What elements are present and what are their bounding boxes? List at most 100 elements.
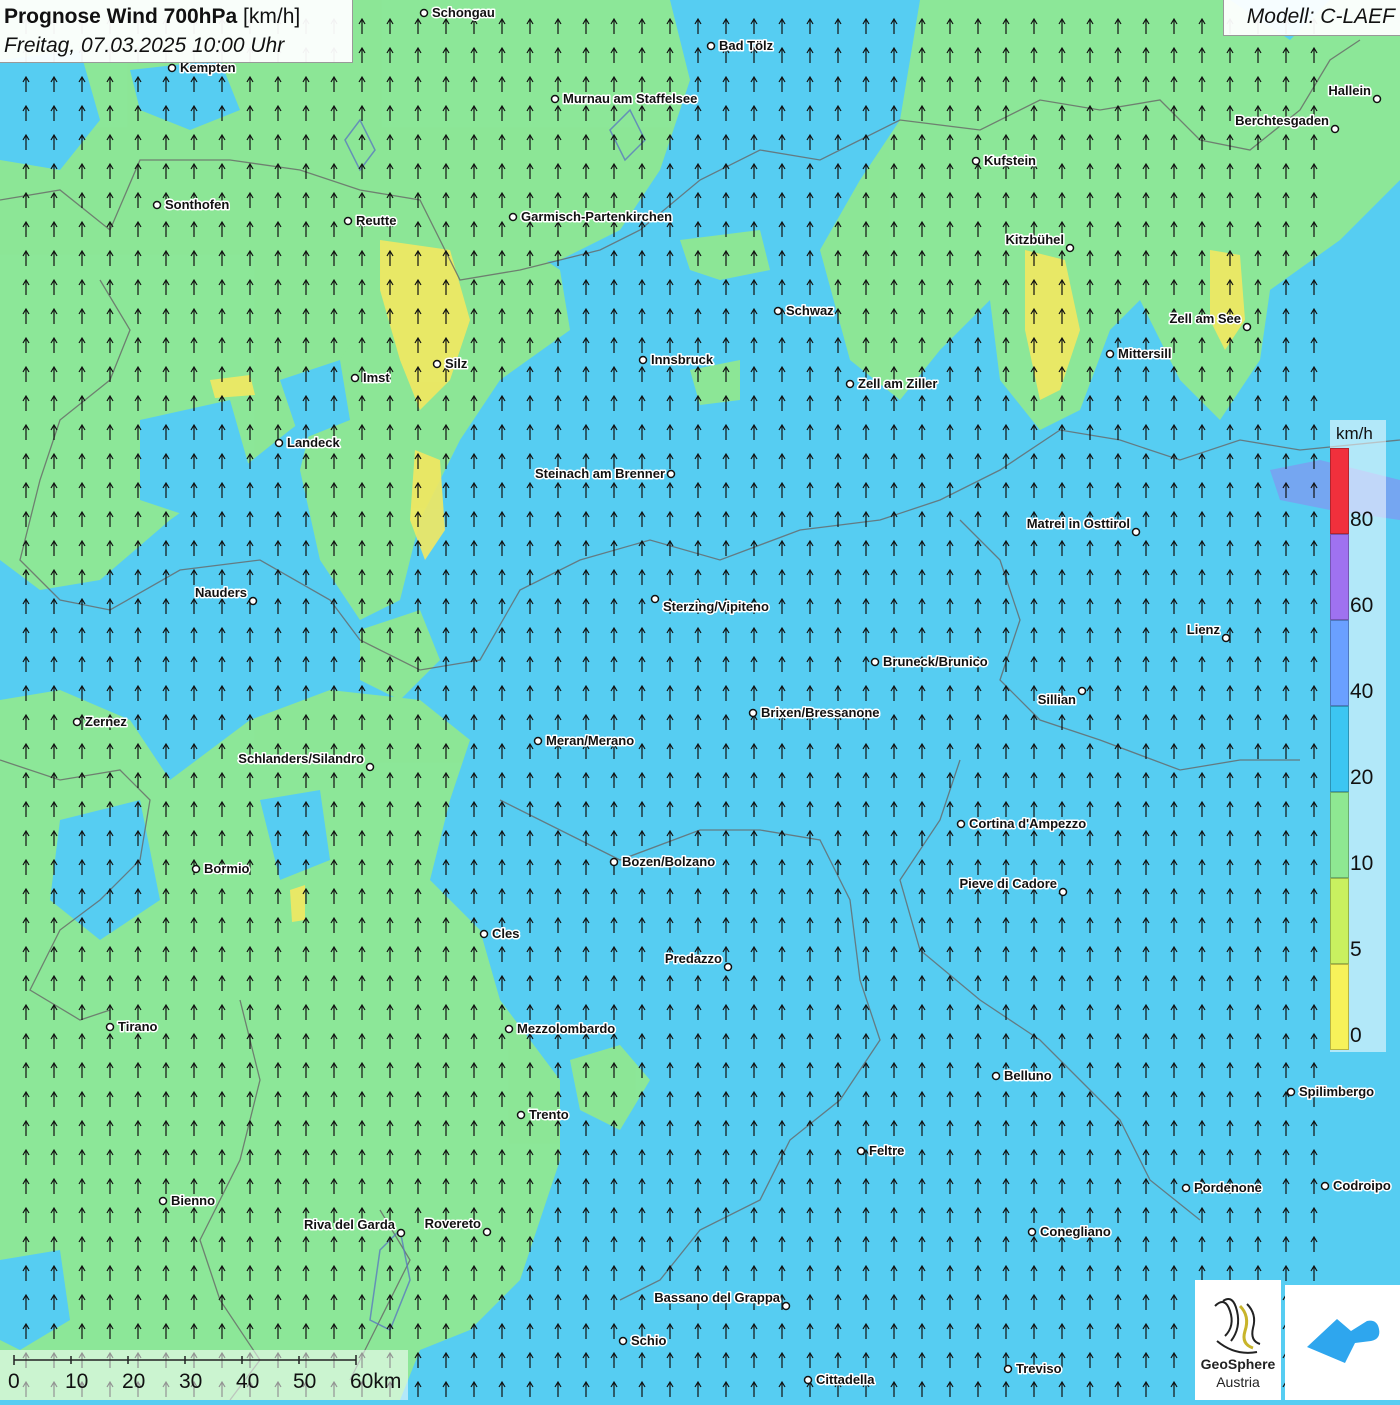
city-label: Brixen/Bressanone — [761, 705, 880, 720]
scale-label: 60km — [350, 1370, 402, 1393]
legend-color-swatch — [1330, 964, 1349, 1050]
city-label: Mezzolombardo — [517, 1021, 615, 1036]
city-dot — [956, 819, 966, 829]
city-dot — [856, 1146, 866, 1156]
city-dot — [248, 596, 258, 606]
logo-name: GeoSphere — [1200, 1356, 1276, 1372]
city-marker: Bozen/Bolzano — [609, 853, 717, 871]
geosphere-logo-icon — [1214, 1298, 1261, 1354]
city-dot — [803, 1375, 813, 1385]
city-marker: Pordenone — [1181, 1179, 1263, 1197]
city-dot — [482, 1227, 492, 1237]
city-dot — [550, 94, 560, 104]
city-marker: Bruneck/Brunico — [870, 653, 989, 671]
legend-level-label: 20 — [1350, 766, 1374, 789]
city-label: Trento — [529, 1107, 569, 1122]
scale-label: 30 — [179, 1370, 203, 1393]
city-marker: Brixen/Bressanone — [748, 704, 881, 722]
map-title-box: Prognose Wind 700hPa [km/h] Freitag, 07.… — [0, 0, 353, 63]
city-dot — [365, 762, 375, 772]
city-dot — [1065, 243, 1075, 253]
city-dot — [845, 379, 855, 389]
weather-app-link[interactable] — [1285, 1285, 1400, 1400]
city-label: Nauders — [195, 585, 247, 600]
city-label: Codroipo — [1333, 1178, 1391, 1193]
city-label: Rovereto — [425, 1216, 481, 1231]
city-label: Treviso — [1016, 1361, 1062, 1376]
city-label: Murnau am Staffelsee — [563, 91, 697, 106]
legend-level-label: 10 — [1350, 852, 1374, 875]
legend-color-swatch — [1330, 448, 1349, 534]
city-label: Schio — [631, 1333, 666, 1348]
city-dot — [1181, 1183, 1191, 1193]
city-dot — [158, 1196, 168, 1206]
city-label: Garmisch-Partenkirchen — [521, 209, 672, 224]
city-label: Pieve di Cadore — [959, 876, 1057, 891]
city-marker: Steinach am Brenner — [533, 465, 676, 483]
city-dot — [1330, 124, 1340, 134]
city-label: Belluno — [1004, 1068, 1052, 1083]
city-dot — [773, 306, 783, 316]
legend-color-swatch — [1330, 878, 1349, 964]
city-label: Schlanders/Silandro — [238, 751, 364, 766]
city-label: Zell am See — [1169, 311, 1241, 326]
city-label: Cles — [492, 926, 519, 941]
city-dot — [533, 736, 543, 746]
scale-label: 50 — [293, 1370, 317, 1393]
city-label: Kufstein — [984, 153, 1036, 168]
scale-bar: 0 10 20 30 40 50 60km — [0, 1350, 408, 1400]
city-label: Sillian — [1038, 692, 1076, 707]
city-dot — [1320, 1181, 1330, 1191]
city-marker: Spilimbergo — [1286, 1083, 1376, 1101]
city-dot — [516, 1110, 526, 1120]
city-marker: Sonthofen — [152, 196, 231, 214]
city-label: Imst — [363, 370, 390, 385]
city-dot — [1242, 322, 1252, 332]
city-label: Schwaz — [786, 303, 834, 318]
city-label: Bruneck/Brunico — [883, 654, 988, 669]
scale-label: 10 — [65, 1370, 89, 1393]
city-label: Schongau — [432, 5, 495, 20]
city-label: Steinach am Brenner — [535, 466, 665, 481]
city-dot — [618, 1336, 628, 1346]
city-dot — [1105, 349, 1115, 359]
wind-map: SchongauBad TölzKemptenMurnau am Staffel… — [0, 0, 1400, 1400]
city-label: Berchtesgaden — [1235, 113, 1329, 128]
city-dot — [343, 216, 353, 226]
city-label: Bienno — [171, 1193, 215, 1208]
city-dot — [706, 41, 716, 51]
city-marker: Schongau — [419, 4, 496, 22]
city-dot — [1077, 686, 1087, 696]
city-label: Kitzbühel — [1006, 232, 1065, 247]
scale-label: 40 — [236, 1370, 260, 1393]
legend-level-label: 40 — [1350, 680, 1374, 703]
city-label: Silz — [445, 356, 468, 371]
city-marker: Conegliano — [1027, 1223, 1112, 1241]
city-marker: Garmisch-Partenkirchen — [508, 208, 674, 226]
city-label: Mittersill — [1118, 346, 1171, 361]
legend-level-label: 0 — [1350, 1024, 1362, 1047]
city-marker: Mezzolombardo — [504, 1020, 617, 1038]
city-dot — [650, 594, 660, 604]
city-dot — [991, 1071, 1001, 1081]
city-label: Innsbruck — [651, 352, 714, 367]
city-marker: Meran/Merano — [533, 732, 636, 750]
city-marker: Zell am Ziller — [845, 375, 939, 393]
legend-level-label: 60 — [1350, 594, 1374, 617]
geosphere-logo[interactable]: GeoSphere Austria — [1195, 1280, 1281, 1400]
legend-color-swatch — [1330, 706, 1349, 792]
legend-color-swatch — [1330, 534, 1349, 620]
city-label: Matrei in Osttirol — [1027, 516, 1130, 531]
city-label: Bormio — [204, 861, 250, 876]
city-dot — [971, 156, 981, 166]
city-dot — [723, 962, 733, 972]
city-dot — [1131, 527, 1141, 537]
logo-sub: Austria — [1216, 1374, 1260, 1390]
color-legend: km/h 80 60 40 20 10 5 0 — [1330, 420, 1386, 1052]
city-dot — [748, 708, 758, 718]
city-label: Bad Tölz — [719, 38, 774, 53]
city-dot — [1221, 633, 1231, 643]
city-dot — [1058, 887, 1068, 897]
city-label: Feltre — [869, 1143, 904, 1158]
city-label: Pordenone — [1194, 1180, 1262, 1195]
